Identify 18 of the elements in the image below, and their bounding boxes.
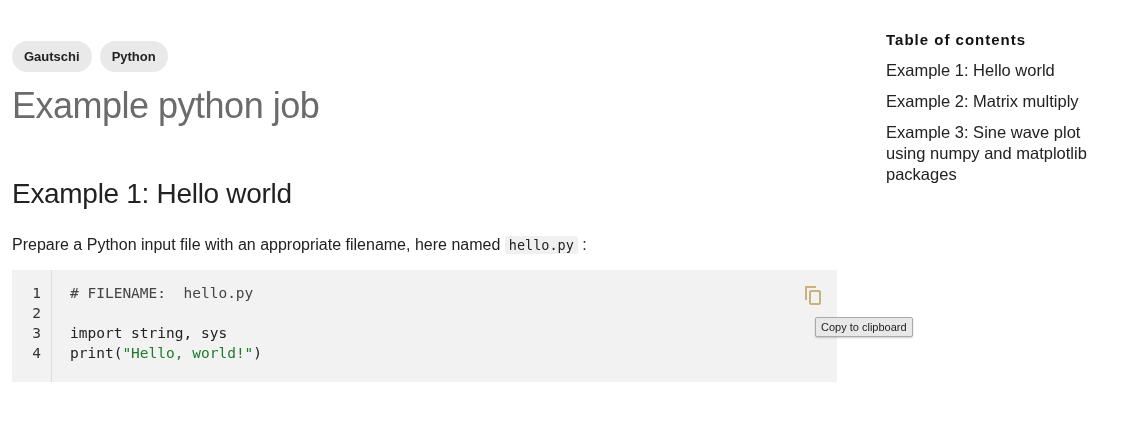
line-number: 2 xyxy=(31,304,42,323)
tag-chip[interactable]: Python xyxy=(99,41,168,72)
paragraph: Prepare a Python input file with an appropriate filename, here named hello.py : xyxy=(12,236,588,254)
copy-icon[interactable] xyxy=(803,283,823,307)
line-number: 4 xyxy=(31,344,42,363)
toc-link[interactable]: Example 3: Sine wave plot using numpy and matplotlib packages xyxy=(886,122,1108,185)
line-number: 1 xyxy=(31,284,42,303)
toc-link[interactable]: Example 2: Matrix multiply xyxy=(886,91,1108,112)
code-line: import string, sys xyxy=(70,324,229,343)
line-number: 3 xyxy=(31,324,42,343)
code-line: print("Hello, world!") xyxy=(70,344,263,363)
toc-title: Table of contents xyxy=(886,31,1028,48)
code-line: # FILENAME: hello.py xyxy=(70,284,255,303)
page-title: Example python job xyxy=(12,85,321,127)
toc-link[interactable]: Example 1: Hello world xyxy=(886,60,1108,81)
tag-chip[interactable]: Gautschi xyxy=(12,41,92,72)
section-heading: Example 1: Hello world xyxy=(12,178,293,210)
tooltip: Copy to clipboard xyxy=(815,317,913,337)
